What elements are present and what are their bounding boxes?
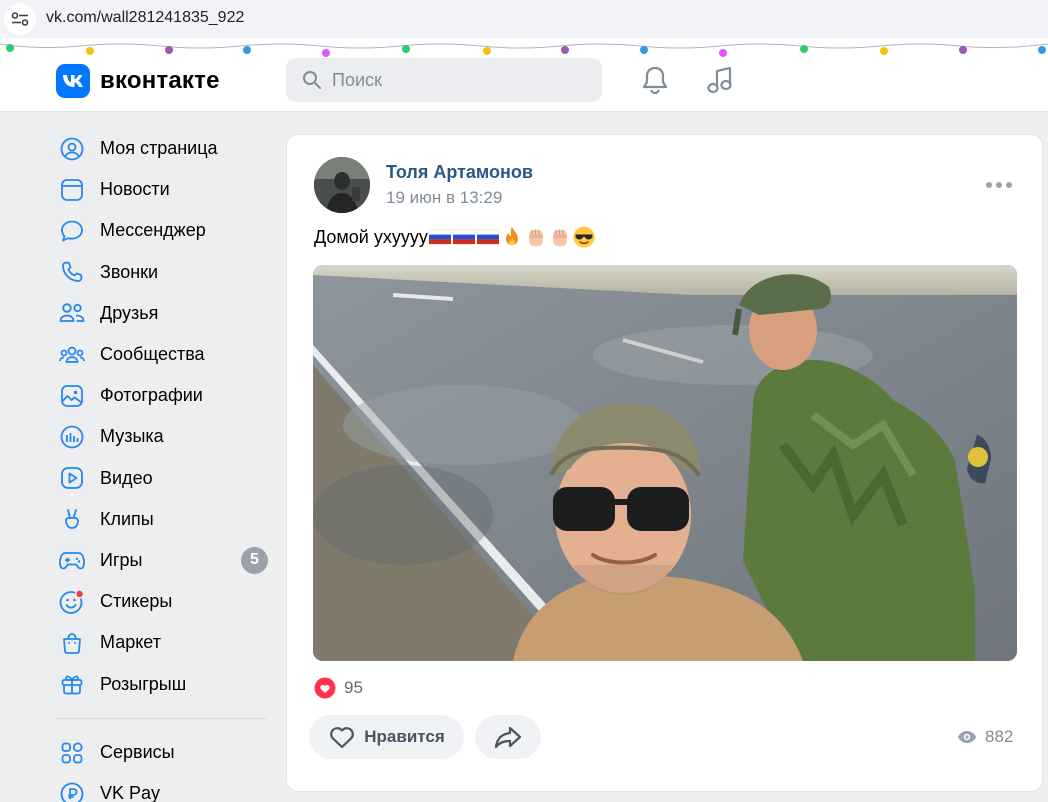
heart-outline-icon (330, 727, 355, 749)
sidebar-item-photos[interactable]: Фотографии (56, 375, 270, 416)
search-input[interactable] (332, 69, 572, 91)
gamepad-icon (56, 544, 88, 576)
sidebar-item-label: Друзья (100, 302, 159, 323)
post-timestamp[interactable]: 19 июн в 13:29 (386, 188, 502, 208)
flag-russia-icon (428, 229, 452, 245)
sidebar-item-clips[interactable]: Клипы (56, 499, 270, 540)
sidebar-item-label: Видео (100, 467, 153, 488)
music-bars-icon (56, 421, 88, 453)
search-box[interactable] (286, 58, 602, 102)
sidebar-item-market[interactable]: Маркет (56, 622, 270, 663)
video-play-icon (56, 462, 88, 494)
flag-russia-icon (452, 229, 476, 245)
sidebar-item-label: Музыка (100, 426, 164, 447)
bell-icon[interactable] (639, 64, 671, 96)
sidebar-item-label: Фотографии (100, 385, 203, 406)
more-options-icon[interactable] (986, 175, 1012, 195)
url-text[interactable]: vk.com/wall281241835_922 (46, 9, 244, 27)
left-sidebar: Моя страница Новости Мессенджер Звонки Д… (56, 128, 270, 705)
like-button[interactable]: Нравится (309, 715, 464, 759)
views-count: 882 (985, 727, 1014, 746)
site-info-icon[interactable] (4, 3, 36, 35)
sidebar-item-stickers[interactable]: Стикеры (56, 581, 270, 622)
share-button[interactable] (475, 715, 541, 759)
sidebar-item-communities[interactable]: Сообщества (56, 334, 270, 375)
eye-icon (958, 731, 976, 743)
garland-decoration (0, 43, 1048, 57)
music-note-icon[interactable] (704, 64, 736, 96)
message-bubble-icon (56, 215, 88, 247)
photo-icon (56, 380, 88, 412)
friends-icon (56, 297, 88, 329)
shopping-bag-icon (56, 627, 88, 659)
news-icon (56, 174, 88, 206)
red-heart-icon (314, 677, 336, 699)
communities-icon (56, 339, 88, 371)
sidebar-item-label: Игры (100, 549, 143, 570)
search-icon (303, 71, 321, 89)
post-photo[interactable] (313, 265, 1017, 661)
post-text-block: Домой ухуууу (314, 225, 596, 249)
raised-fist-icon (552, 229, 567, 246)
sidebar-item-label: Маркет (100, 632, 161, 653)
sidebar-item-services[interactable]: Сервисы (56, 732, 270, 773)
sidebar-item-my-page[interactable]: Моя страница (56, 128, 270, 169)
vk-pay-icon (56, 778, 88, 802)
post-photo-image (313, 265, 1017, 661)
sidebar-item-vk-pay[interactable]: VK Pay (56, 773, 270, 802)
sidebar-item-label: Новости (100, 179, 170, 200)
sidebar-item-games[interactable]: Игры 5 (56, 540, 270, 581)
post-author-name[interactable]: Толя Артамонов (386, 162, 533, 183)
vk-logo-icon (56, 64, 90, 98)
sidebar-item-label: VK Pay (100, 783, 161, 802)
vk-logo[interactable]: вконтакте (56, 64, 220, 98)
sidebar-item-label: Сообщества (100, 344, 205, 365)
sidebar-item-messenger[interactable]: Мессенджер (56, 210, 270, 251)
sidebar-divider (56, 718, 266, 719)
post-text: Домой ухуууу (314, 226, 428, 247)
sidebar-item-label: Розыгрыш (100, 673, 187, 694)
raised-fist-icon (528, 229, 543, 246)
like-button-label: Нравится (364, 727, 445, 746)
gift-icon (56, 668, 88, 700)
sidebar-item-label: Стикеры (100, 591, 173, 612)
author-avatar[interactable] (314, 157, 370, 213)
sidebar-item-video[interactable]: Видео (56, 458, 270, 499)
sidebar-item-calls[interactable]: Звонки (56, 252, 270, 293)
sidebar-item-label: Сервисы (100, 742, 175, 763)
services-grid-icon (56, 737, 88, 769)
top-header: вконтакте (0, 38, 1048, 112)
clips-hand-icon (56, 503, 88, 535)
likes-count: 95 (344, 678, 363, 697)
sidebar-secondary: Сервисы VK Pay (56, 732, 270, 802)
sidebar-item-label: Моя страница (100, 138, 218, 159)
share-arrow-icon (494, 726, 522, 749)
sidebar-item-news[interactable]: Новости (56, 169, 270, 210)
sidebar-item-friends[interactable]: Друзья (56, 293, 270, 334)
wall-post: Толя Артамонов 19 июн в 13:29 Домой ухуу… (286, 134, 1043, 792)
logo-text: вконтакте (100, 67, 220, 94)
sticker-smile-icon (56, 586, 88, 618)
likes-summary[interactable]: 95 (314, 677, 363, 699)
phone-icon (56, 256, 88, 288)
sidebar-item-label: Звонки (100, 261, 159, 282)
sidebar-item-music[interactable]: Музыка (56, 416, 270, 457)
sunglasses-face-icon (573, 226, 595, 248)
sidebar-item-label: Клипы (100, 508, 154, 529)
flag-russia-icon (476, 229, 500, 245)
sidebar-item-giveaway[interactable]: Розыгрыш (56, 663, 270, 704)
browser-address-bar: vk.com/wall281241835_922 (0, 0, 1048, 38)
sidebar-item-label: Мессенджер (100, 220, 206, 241)
fire-icon (505, 227, 518, 246)
views-counter: 882 (957, 727, 1013, 747)
user-circle-icon (56, 133, 88, 165)
games-count-badge: 5 (241, 546, 268, 574)
